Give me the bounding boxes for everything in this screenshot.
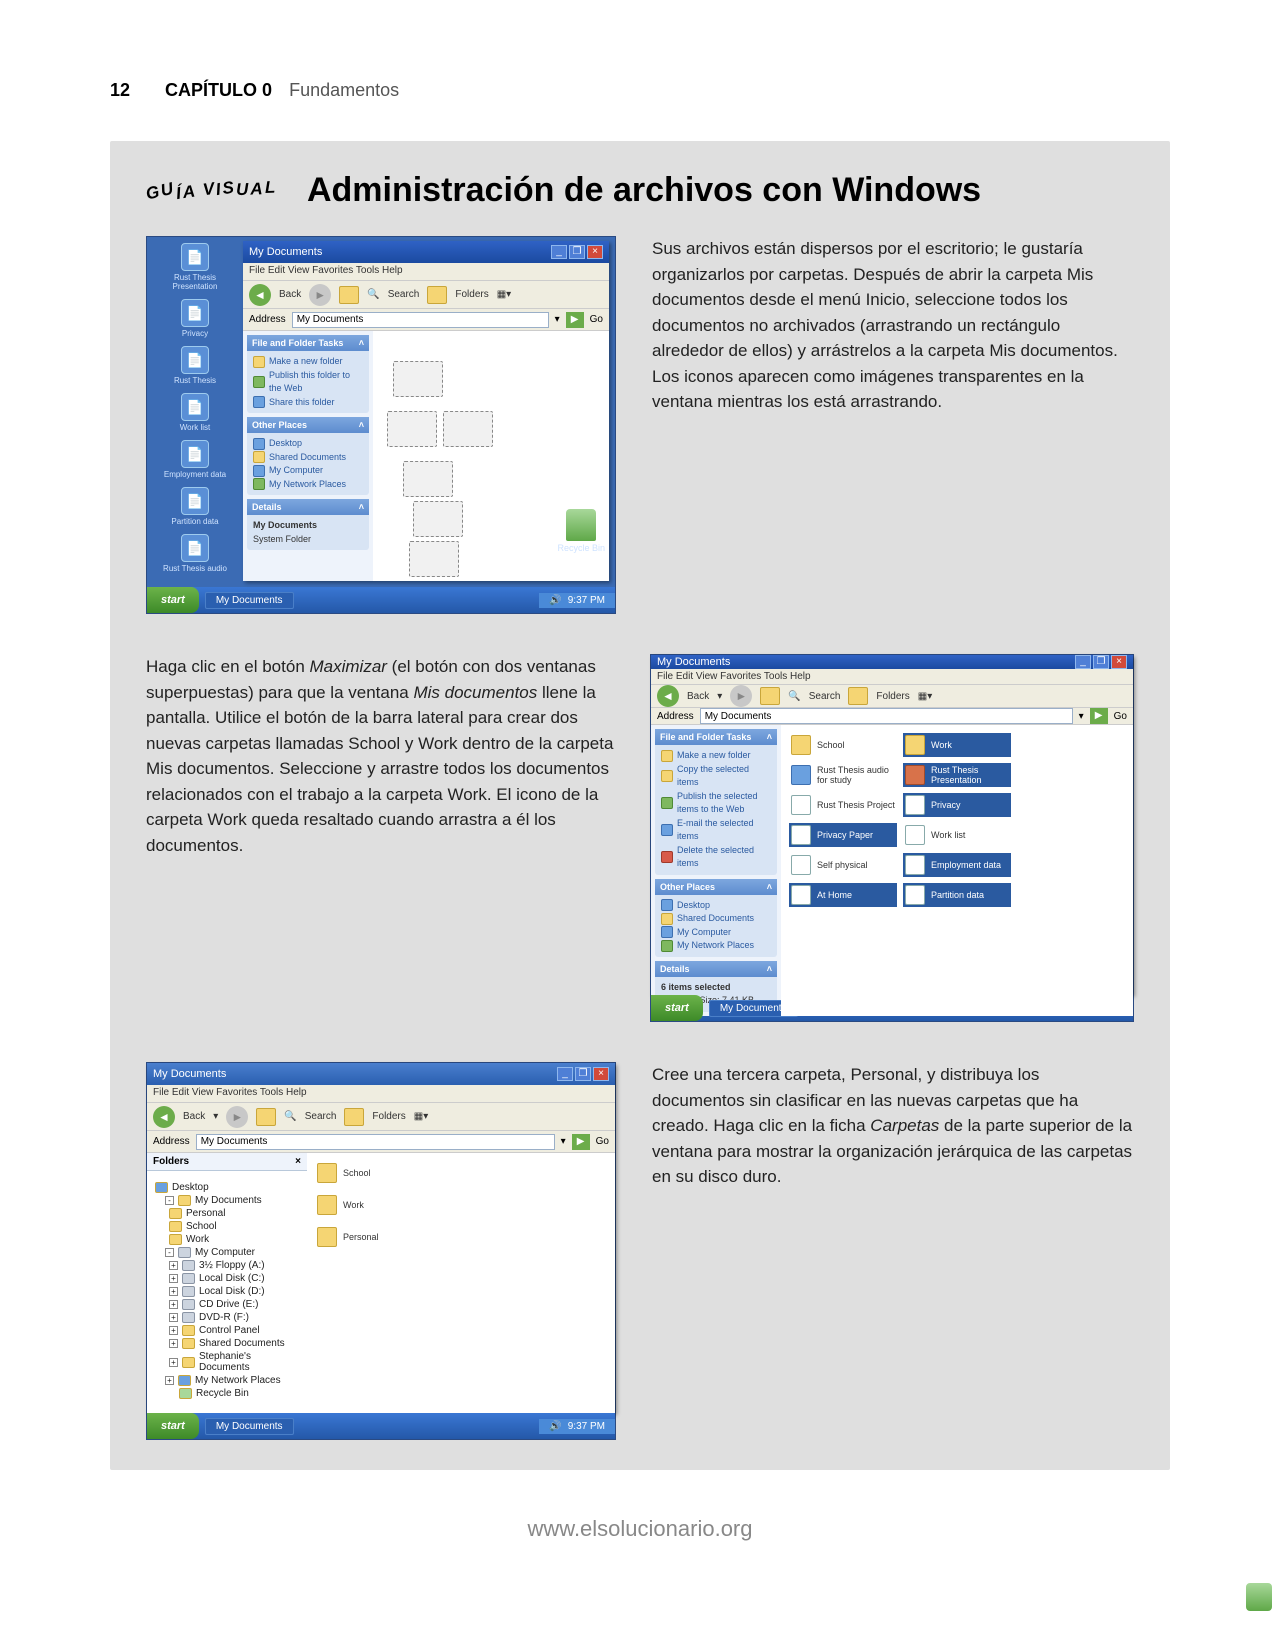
back-icon[interactable]: ◄ xyxy=(249,284,271,306)
folders-icon[interactable] xyxy=(427,286,447,304)
paragraph-3: Cree una tercera carpeta, Personal, y di… xyxy=(652,1062,1134,1440)
folder-item[interactable]: School xyxy=(315,1161,607,1185)
chevron-up-icon[interactable]: ˄ xyxy=(359,338,364,348)
file-item[interactable]: Privacy xyxy=(903,793,1011,817)
drag-ghost-icon xyxy=(393,361,443,397)
window-title: My Documents xyxy=(249,246,322,258)
chevron-up-icon[interactable]: ˄ xyxy=(359,502,364,512)
drag-ghost-icon xyxy=(413,501,463,537)
paragraph-1: Sus archivos están dispersos por el escr… xyxy=(652,236,1134,614)
drag-ghost-icon xyxy=(409,541,459,577)
close-pane-icon[interactable]: × xyxy=(295,1156,301,1167)
folder-tree[interactable]: Desktop -My Documents Personal School Wo… xyxy=(147,1175,307,1406)
drag-ghost-icon xyxy=(403,461,453,497)
paragraph-2: Haga clic en el botón Maximizar (el botó… xyxy=(146,654,614,1022)
system-tray[interactable]: 🔊 9:37 PM xyxy=(539,593,615,608)
document-icon: 📄 xyxy=(181,487,209,515)
file-item[interactable]: Employment data xyxy=(903,853,1011,877)
guia-visual-badge: GUÍA VISUAL xyxy=(145,175,277,206)
folder-item[interactable]: Work xyxy=(903,733,1011,757)
document-icon: 📄 xyxy=(181,534,209,562)
page-number: 12 xyxy=(110,80,130,100)
go-button[interactable]: ▶ xyxy=(566,312,584,328)
document-icon: 📄 xyxy=(181,243,209,271)
explorer-window: My Documents _❐× File Edit View Favorite… xyxy=(243,241,609,581)
document-icon: 📄 xyxy=(181,440,209,468)
visual-guide-panel: GUÍA VISUAL Administración de archivos c… xyxy=(110,141,1170,1470)
file-item[interactable]: Self physical xyxy=(789,853,897,877)
chapter-subtitle: Fundamentos xyxy=(289,80,399,100)
file-item[interactable]: Rust Thesis audio for study xyxy=(789,763,897,787)
document-icon: 📄 xyxy=(181,393,209,421)
address-bar[interactable]: Address ▾▶Go xyxy=(243,309,609,331)
explorer-sidepane: File and Folder Tasks˄ Make a new folder… xyxy=(243,331,373,581)
clock: 9:37 PM xyxy=(568,595,605,606)
address-input[interactable] xyxy=(292,312,549,328)
chevron-up-icon[interactable]: ˄ xyxy=(359,420,364,430)
running-header: 12 CAPÍTULO 0 Fundamentos xyxy=(110,80,1170,101)
start-button[interactable]: start xyxy=(147,587,199,613)
maximize-icon: ❐ xyxy=(569,245,585,259)
panel-title: Administración de archivos con Windows xyxy=(307,171,981,210)
drag-ghost-icon xyxy=(443,411,493,447)
chapter-label: CAPÍTULO 0 xyxy=(165,80,272,100)
folder-item[interactable]: School xyxy=(789,733,897,757)
file-item[interactable]: At Home xyxy=(789,883,897,907)
desktop-icons: 📄Rust Thesis Presentation 📄Privacy 📄Rust… xyxy=(147,237,243,587)
window-buttons[interactable]: _❐× xyxy=(551,245,603,259)
file-item[interactable]: Privacy Paper xyxy=(789,823,897,847)
screenshot-3: My Documents _❐× File Edit View Favorite… xyxy=(146,1062,616,1440)
recycle-bin[interactable] xyxy=(1246,1583,1272,1611)
taskbar-item[interactable]: My Documents xyxy=(205,592,294,609)
screenshot-1: 📄Rust Thesis Presentation 📄Privacy 📄Rust… xyxy=(146,236,616,614)
folder-item[interactable]: Personal xyxy=(315,1225,607,1249)
document-icon: 📄 xyxy=(181,346,209,374)
document-icon: 📄 xyxy=(181,299,209,327)
volume-icon: 🔊 xyxy=(549,595,561,606)
toolbar[interactable]: ◄Back ► 🔍Search Folders ▦▾ xyxy=(243,281,609,309)
up-folder-icon[interactable] xyxy=(339,286,359,304)
file-item[interactable]: Rust Thesis Project xyxy=(789,793,897,817)
file-item[interactable]: Partition data xyxy=(903,883,1011,907)
forward-icon[interactable]: ► xyxy=(309,284,331,306)
close-icon: × xyxy=(587,245,603,259)
file-item[interactable]: Work list xyxy=(903,823,1011,847)
menubar[interactable]: File Edit View Favorites Tools Help xyxy=(243,263,609,281)
drag-ghost-icon xyxy=(387,411,437,447)
page-footer-url: www.elsolucionario.org xyxy=(110,1516,1170,1542)
screenshot-2: My Documents _❐× File Edit View Favorite… xyxy=(650,654,1134,1022)
minimize-icon: _ xyxy=(551,245,567,259)
taskbar[interactable]: start My Documents 🔊 9:37 PM xyxy=(147,587,615,613)
folder-item[interactable]: Work xyxy=(315,1193,607,1217)
file-item[interactable]: Rust Thesis Presentation xyxy=(903,763,1011,787)
recycle-bin-icon xyxy=(566,509,596,541)
views-icon[interactable]: ▦▾ xyxy=(497,289,511,300)
recycle-bin[interactable]: Recycle Bin xyxy=(557,509,605,553)
